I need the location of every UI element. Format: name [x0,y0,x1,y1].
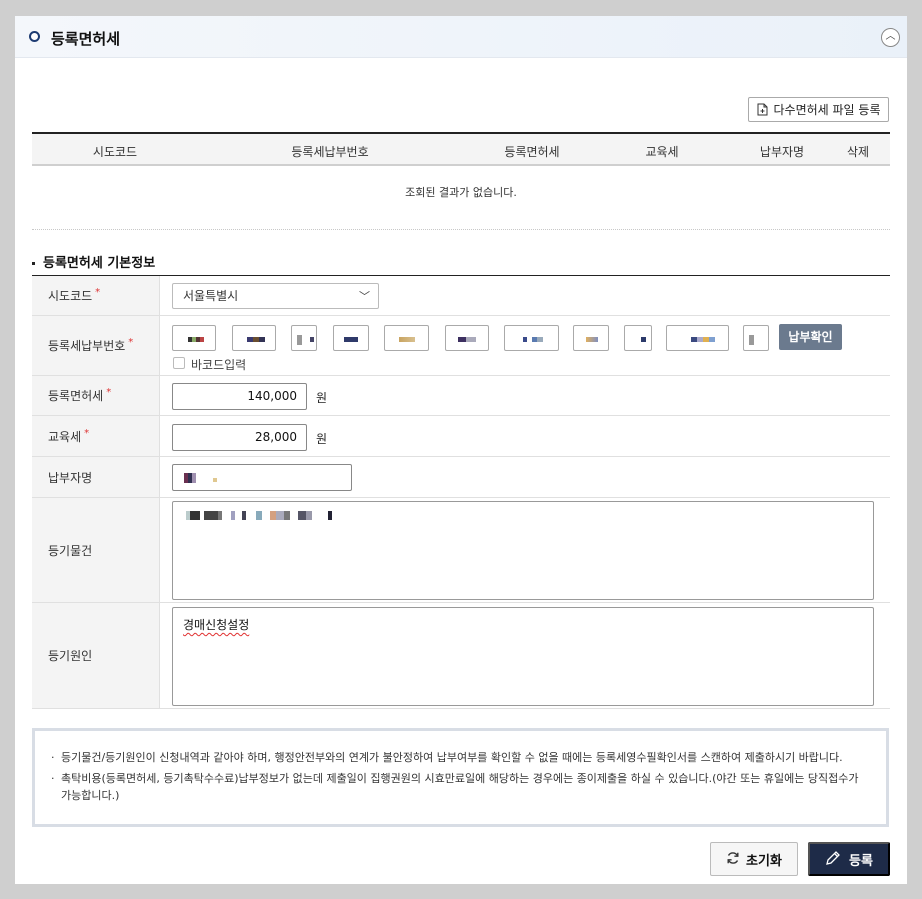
education-tax-input[interactable]: 28,000 [172,424,307,451]
form-row-license-tax: 등록면허세 * 140,000 원 [32,376,890,416]
payment-number-segment[interactable] [232,325,276,351]
payment-number-segment[interactable] [384,325,429,351]
payment-number-segment[interactable] [504,325,559,351]
masked-property-text [186,511,346,520]
cause-label: 등기원인 [32,603,160,708]
payer-name-input[interactable] [172,464,352,491]
license-tax-input[interactable]: 140,000 [172,383,307,410]
payment-confirm-button[interactable]: 납부확인 [779,324,842,350]
masked-payer-name [184,473,196,483]
col-sido-code: 시도코드 [92,145,138,159]
col-payment-number: 등록세납부번호 [291,145,369,159]
sido-select[interactable]: 서울특별시 ﹀ [172,283,379,309]
col-payer-name: 납부자명 [759,145,805,159]
payment-number-segment[interactable] [333,325,369,351]
notice-item: 촉탁비용(등록면허세, 등기촉탁수수료)납부정보가 없는데 제출일이 집행권원의… [51,770,866,804]
form-row-sido: 시도코드 * 서울특별시 ﹀ [32,276,890,316]
section-title: 등록면허세 [51,30,121,48]
multi-file-upload-button[interactable]: 다수면허세 파일 등록 [748,97,889,122]
form-row-education-tax: 교육세 * 28,000 원 [32,416,890,457]
required-mark: * [95,287,101,298]
col-license-tax: 등록면허세 [504,145,560,159]
license-tax-panel: 등록면허세 ︿ 다수면허세 파일 등록 시도코드 등록세납부번호 등록면허세 교… [15,16,907,884]
form-row-payment-number: 등록세납부번호 * 납부확인 바코드입력 [32,316,890,376]
property-label: 등기물건 [32,498,160,602]
multi-file-upload-label: 다수면허세 파일 등록 [773,103,881,117]
chevron-up-icon[interactable]: ︿ [881,28,900,47]
chevron-down-icon: ﹀ [359,290,370,303]
form-row-property: 등기물건 [32,498,890,603]
refresh-icon [726,851,740,868]
payer-label: 납부자명 [32,457,160,497]
reset-button[interactable]: 초기화 [710,842,798,876]
property-textarea[interactable] [172,501,874,600]
barcode-checkbox[interactable] [173,357,185,369]
basic-info-title: 등록면허세 기본정보 [32,252,155,271]
sido-select-value: 서울특별시 [183,289,239,303]
pencil-icon [825,850,841,869]
form-row-cause: 등기원인 경매신청설정 [32,603,890,709]
reset-label: 초기화 [746,852,782,868]
payment-number-segment[interactable] [743,325,769,351]
file-add-icon [757,103,769,116]
divider [32,229,890,230]
notice-item: 등기물건/등기원인이 신청내역과 같아야 하며, 행정안전부와의 연계가 불안정… [51,749,866,766]
payment-number-label: 등록세납부번호 * [32,316,160,375]
license-tax-label: 등록면허세 * [32,376,160,415]
submit-label: 등록 [849,852,873,868]
section-header: 등록면허세 ︿ [15,16,907,58]
notice-list: 등기물건/등기원인이 신청내역과 같아야 하며, 행정안전부와의 연계가 불안정… [51,749,866,804]
education-tax-unit: 원 [316,432,328,446]
barcode-checkbox-label: 바코드입력 [191,358,247,372]
required-mark: * [84,427,90,439]
payment-number-segment[interactable] [172,325,216,351]
col-delete: 삭제 [846,145,870,159]
required-mark: * [106,387,112,398]
cause-text: 경매신청설정 [183,618,250,632]
payment-number-segment[interactable] [666,325,729,351]
sido-label: 시도코드 * [32,276,160,315]
payment-number-segment[interactable] [291,325,317,351]
masked-payer-name [213,478,217,482]
circle-bullet-icon [29,31,40,42]
payment-number-segment[interactable] [573,325,609,351]
license-tax-unit: 원 [316,391,328,405]
submit-button[interactable]: 등록 [808,842,890,876]
required-mark: * [128,337,134,348]
education-tax-label: 교육세 * [32,416,160,456]
payment-number-segment[interactable] [624,325,652,351]
payment-number-segment[interactable] [445,325,489,351]
empty-result-message: 조회된 결과가 없습니다. [405,186,517,199]
form-row-payer: 납부자명 [32,457,890,498]
result-table-header: 시도코드 등록세납부번호 등록면허세 교육세 납부자명 삭제 [32,132,890,166]
notice-box: 등기물건/등기원인이 신청내역과 같아야 하며, 행정안전부와의 연계가 불안정… [32,728,889,827]
col-education-tax: 교육세 [645,145,679,159]
cause-textarea[interactable]: 경매신청설정 [172,607,874,706]
